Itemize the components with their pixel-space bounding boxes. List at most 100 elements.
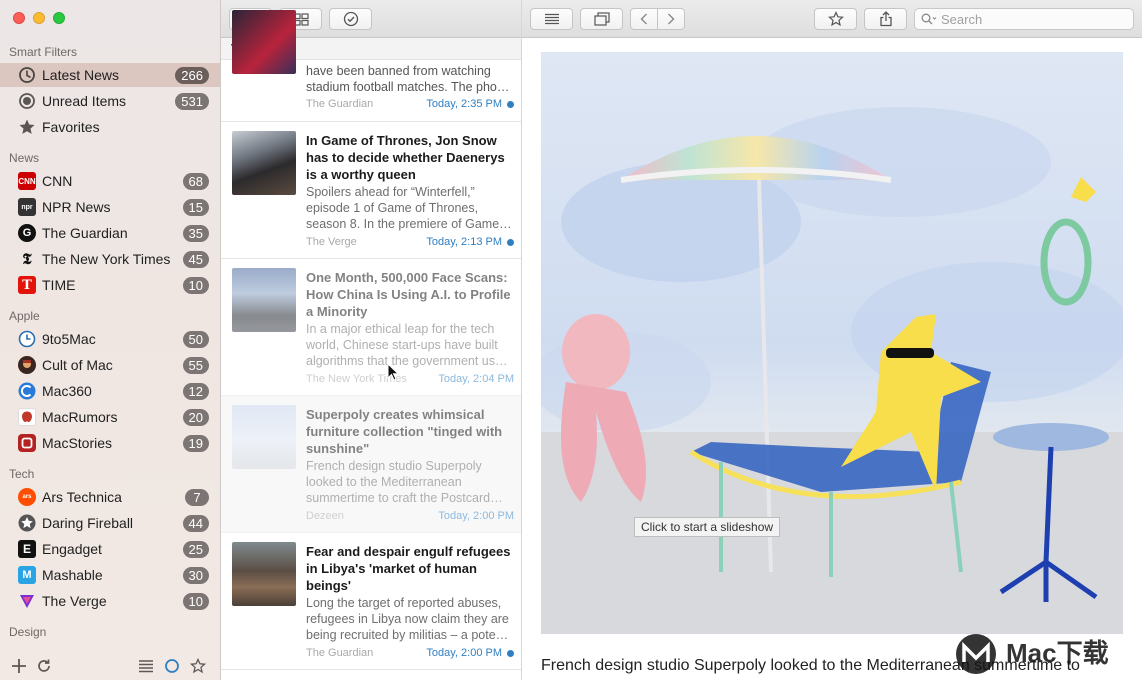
article-title: Fear and despair engulf refugees in Liby… [306, 544, 511, 593]
unread-count-badge: 30 [182, 566, 209, 584]
article-time: Today, 2:04 PM [438, 373, 514, 385]
next-article-button[interactable] [657, 8, 685, 30]
article-time-label: Today, 2:13 PM [426, 236, 502, 248]
unread-count-badge: 55 [182, 356, 209, 374]
article-row[interactable]: In Game of Thrones, Jon Snow has to deci… [221, 122, 521, 259]
article-time-label: Today, 2:04 PM [438, 373, 514, 385]
star-icon [827, 11, 844, 27]
unread-count-badge: 45 [182, 250, 209, 268]
sidebar-item-ars-technica[interactable]: ars Ars Technica 7 [0, 485, 220, 509]
sidebar-item-label: NPR News [42, 199, 111, 215]
minimize-window-button[interactable] [33, 12, 45, 24]
article-source: The Guardian [306, 647, 374, 659]
unread-dot-icon [507, 238, 514, 246]
article-thumbnail [232, 10, 296, 74]
article-title: One Month, 500,000 Face Scans: How China… [306, 270, 511, 319]
share-button[interactable] [864, 8, 907, 30]
sidebar-item-time[interactable]: T TIME 10 [0, 273, 220, 297]
article-summary: Spoilers ahead for “Winterfell,” episode… [306, 185, 512, 231]
sidebar-item-label: 9to5Mac [42, 331, 96, 347]
chevron-left-icon [640, 13, 647, 25]
sidebar-item-the-new-york-times[interactable]: 𝕿 The New York Times 45 [0, 247, 220, 271]
sidebar-item-9to5mac[interactable]: 9to5Mac 50 [0, 327, 220, 351]
unread-count-badge: 20 [182, 408, 209, 426]
svg-text:Mac下载: Mac下载 [1006, 638, 1109, 668]
reader-view-button[interactable] [530, 8, 573, 30]
article-row[interactable]: One Month, 500,000 Face Scans: How China… [221, 259, 521, 396]
search-input[interactable] [941, 11, 1121, 27]
article-time-label: Today, 2:00 PM [438, 510, 514, 522]
sidebar-item-label: The Guardian [42, 225, 128, 241]
sidebar-item-mac360[interactable]: Mac360 12 [0, 379, 220, 403]
sidebar-item-favorites[interactable]: Favorites [0, 115, 220, 139]
unread-count-badge: 50 [182, 330, 209, 348]
article-title: Superpoly creates whimsical furniture co… [306, 407, 503, 456]
sidebar-item-cnn[interactable]: CNN CNN 68 [0, 169, 220, 193]
article-thumbnail [232, 542, 296, 606]
mashable-icon: M [18, 566, 36, 584]
mac360-icon [18, 382, 36, 400]
sidebar-item-label: Engadget [42, 541, 102, 557]
sidebar-item-daring-fireball[interactable]: Daring Fireball 44 [0, 511, 220, 535]
daringfireball-icon [18, 514, 36, 532]
article-source: The Verge [306, 236, 357, 248]
open-in-browser-button[interactable] [580, 8, 623, 30]
guardian-icon: G [18, 224, 36, 242]
section-news: News [9, 151, 40, 165]
add-feed-button[interactable] [9, 656, 29, 676]
verge-icon [18, 592, 36, 610]
star-icon [18, 118, 36, 136]
article-row[interactable]: Fear and despair engulf refugees in Liby… [221, 533, 521, 670]
unread-count-badge: 266 [175, 66, 209, 84]
unread-count-badge: 35 [182, 224, 209, 242]
text-lines-icon [544, 13, 559, 25]
sidebar-item-label: TIME [42, 277, 76, 293]
article-row-selected[interactable]: Superpoly creates whimsical furniture co… [221, 396, 521, 533]
engadget-icon: E [18, 540, 36, 558]
article-row[interactable]: have been banned from watching stadium f… [221, 10, 521, 122]
article-photo[interactable]: Click to start a slideshow [541, 52, 1123, 634]
share-icon [879, 11, 892, 27]
show-all-filter-button[interactable] [136, 656, 156, 676]
sidebar-item-label: The Verge [42, 593, 107, 609]
unread-count-badge: 10 [182, 592, 209, 610]
zoom-window-button[interactable] [53, 12, 65, 24]
refresh-icon [38, 659, 50, 672]
sidebar-item-npr-news[interactable]: npr NPR News 15 [0, 195, 220, 219]
unread-count-badge: 15 [182, 198, 209, 216]
favorite-button[interactable] [814, 8, 857, 30]
unread-filter-button[interactable] [162, 656, 182, 676]
sidebar-item-cult-of-mac[interactable]: Cult of Mac 55 [0, 353, 220, 377]
close-window-button[interactable] [13, 12, 25, 24]
sidebar-item-unread-items[interactable]: Unread Items 531 [0, 89, 220, 113]
sidebar-item-engadget[interactable]: E Engadget 25 [0, 537, 220, 561]
sidebar-item-label: MacStories [42, 435, 113, 451]
article-time-label: Today, 2:00 PM [426, 647, 502, 659]
sidebar-item-macstories[interactable]: MacStories 19 [0, 431, 220, 455]
npr-icon: npr [18, 198, 36, 216]
unread-dot-icon [507, 100, 514, 108]
previous-article-button[interactable] [630, 8, 658, 30]
mark-all-read-button[interactable] [329, 8, 372, 30]
article-summary: In a major ethical leap for the tech wor… [306, 322, 508, 368]
starred-filter-button[interactable] [188, 656, 208, 676]
nyt-icon: 𝕿 [22, 250, 32, 268]
sidebar-item-macrumors[interactable]: MacRumors 20 [0, 405, 220, 429]
sidebar-item-the-verge[interactable]: The Verge 10 [0, 589, 220, 613]
sidebar-item-label: Unread Items [42, 93, 127, 109]
9to5mac-icon [18, 330, 36, 348]
sidebar-item-label: Mashable [42, 567, 103, 583]
sidebar-item-mashable[interactable]: M Mashable 30 [0, 563, 220, 587]
reader-pane: Click to start a slideshow French design… [522, 0, 1142, 680]
search-field[interactable] [914, 8, 1134, 30]
article-source: The Guardian [306, 98, 374, 110]
sidebar-item-latest-news[interactable]: Latest News 266 [0, 63, 220, 87]
macstories-icon [18, 434, 36, 452]
article-time-label: Today, 2:35 PM [426, 98, 502, 110]
unread-count-badge: 12 [182, 382, 209, 400]
mac-download-logo-icon: Mac下载 [956, 634, 1109, 674]
sidebar-item-the-guardian[interactable]: G The Guardian 35 [0, 221, 220, 245]
article-source: Dezeen [306, 510, 344, 522]
refresh-button[interactable] [34, 656, 54, 676]
unread-count-badge: 531 [175, 92, 209, 110]
